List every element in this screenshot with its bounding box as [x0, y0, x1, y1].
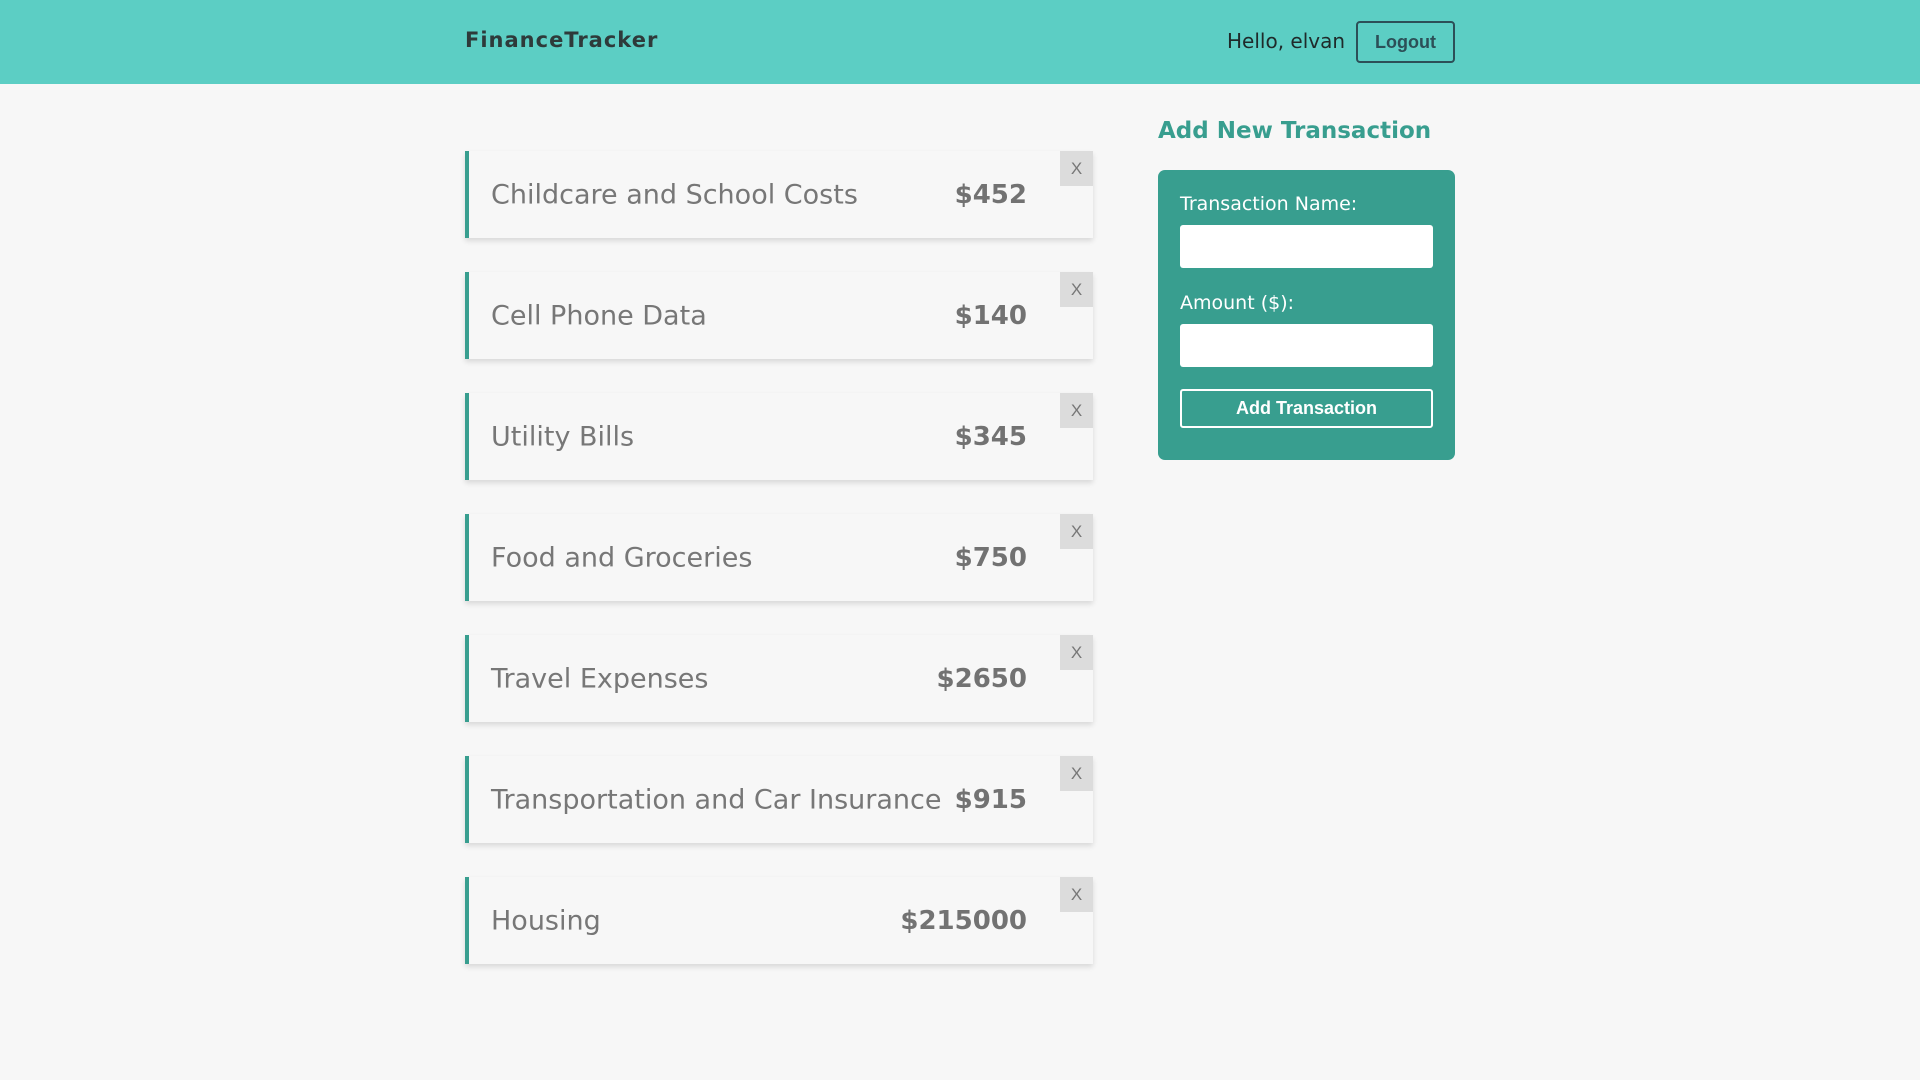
transaction-amount: $140 — [954, 300, 1027, 331]
transaction-amount: $215000 — [900, 905, 1027, 936]
transaction-name: Food and Groceries — [491, 542, 753, 573]
transaction-item: Housing $215000 X — [465, 877, 1093, 964]
add-transaction-panel: Add New Transaction Transaction Name: Am… — [1158, 118, 1455, 460]
transaction-name: Housing — [491, 905, 601, 936]
top-navbar: FinanceTracker Hello, elvan Logout — [0, 0, 1920, 84]
transaction-amount: $750 — [954, 542, 1027, 573]
amount-label: Amount ($): — [1180, 292, 1295, 314]
transaction-item: Food and Groceries $750 X — [465, 514, 1093, 601]
transaction-amount: $345 — [954, 421, 1027, 452]
transaction-name-input[interactable] — [1180, 225, 1433, 268]
delete-transaction-button[interactable]: X — [1060, 393, 1093, 428]
add-transaction-form: Transaction Name: Amount ($): Add Transa… — [1158, 170, 1455, 460]
transaction-amount: $2650 — [936, 663, 1027, 694]
user-greeting: Hello, elvan — [1227, 29, 1346, 53]
transaction-name: Travel Expenses — [491, 663, 709, 694]
transaction-amount: $452 — [954, 179, 1027, 210]
transaction-name: Transportation and Car Insurance — [491, 784, 942, 815]
amount-input[interactable] — [1180, 324, 1433, 367]
app-brand: FinanceTracker — [465, 28, 659, 52]
delete-transaction-button[interactable]: X — [1060, 635, 1093, 670]
delete-transaction-button[interactable]: X — [1060, 272, 1093, 307]
add-transaction-button[interactable]: Add Transaction — [1180, 389, 1433, 428]
transaction-item: Transportation and Car Insurance $915 X — [465, 756, 1093, 843]
transaction-item: Travel Expenses $2650 X — [465, 635, 1093, 722]
delete-transaction-button[interactable]: X — [1060, 514, 1093, 549]
delete-transaction-button[interactable]: X — [1060, 151, 1093, 186]
transaction-list: Childcare and School Costs $452 X Cell P… — [465, 151, 1093, 998]
transaction-item: Childcare and School Costs $452 X — [465, 151, 1093, 238]
delete-transaction-button[interactable]: X — [1060, 877, 1093, 912]
transaction-name: Childcare and School Costs — [491, 179, 858, 210]
add-transaction-heading: Add New Transaction — [1158, 118, 1432, 144]
transaction-name: Cell Phone Data — [491, 300, 707, 331]
transaction-name-label: Transaction Name: — [1180, 193, 1358, 215]
transaction-name: Utility Bills — [491, 421, 635, 452]
delete-transaction-button[interactable]: X — [1060, 756, 1093, 791]
logout-button[interactable]: Logout — [1356, 21, 1455, 63]
transaction-item: Utility Bills $345 X — [465, 393, 1093, 480]
transaction-amount: $915 — [954, 784, 1027, 815]
transaction-item: Cell Phone Data $140 X — [465, 272, 1093, 359]
